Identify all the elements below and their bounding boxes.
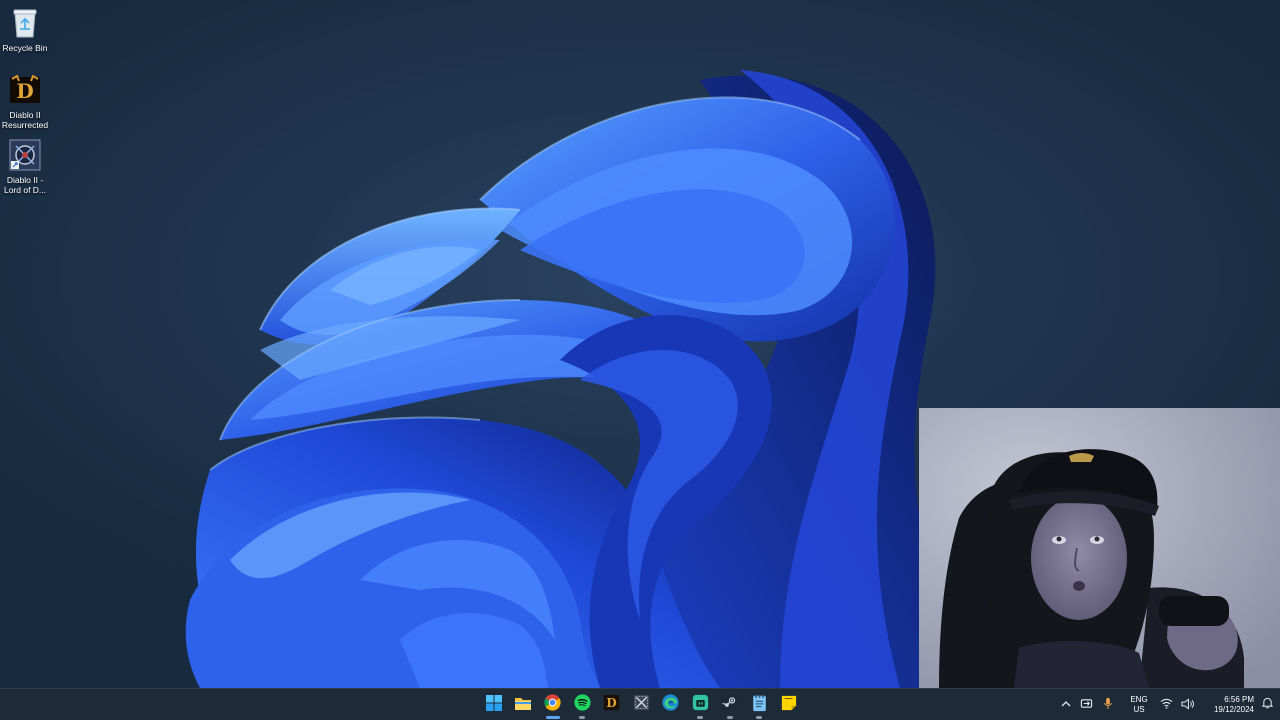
- desktop-icon-diablo-ii-lod[interactable]: Diablo II - Lord of D...: [0, 138, 50, 195]
- language-indicator[interactable]: ENG US: [1122, 689, 1156, 720]
- clock[interactable]: 6:56 PM 19/12/2024: [1204, 689, 1254, 720]
- desktop-icon-label: Diablo II - Lord of D...: [3, 175, 47, 195]
- snipping-tool-icon: [633, 694, 650, 716]
- diablo-ii-lod-icon: [8, 138, 42, 172]
- desktop-icon-recycle-bin[interactable]: Recycle Bin: [0, 6, 50, 53]
- taskbar-notepad[interactable]: [745, 689, 775, 720]
- diablo-ii-resurrected-icon: D: [8, 73, 42, 107]
- diablo-taskbar-icon: D: [603, 694, 620, 716]
- clock-time: 6:56 PM: [1224, 695, 1254, 704]
- show-hidden-icons-button[interactable]: [1055, 689, 1076, 720]
- taskbar-steam[interactable]: [715, 689, 745, 720]
- taskbar-start-button[interactable]: [479, 689, 509, 720]
- svg-text:D: D: [16, 79, 33, 103]
- chevron-up-icon: [1061, 699, 1071, 711]
- tray-network-button[interactable]: [1156, 689, 1177, 720]
- file-explorer-icon: [514, 695, 532, 716]
- webcam-overlay: [919, 408, 1280, 688]
- taskbar: D ENG US 6:56 PM 19/12/2024: [0, 688, 1280, 720]
- running-indicator: [545, 716, 560, 719]
- sticky-notes-icon: [781, 695, 797, 716]
- tray-sync-button[interactable]: [1076, 689, 1097, 720]
- webcam-feed-image: [919, 408, 1280, 688]
- taskbar-diablo[interactable]: D: [597, 689, 627, 720]
- clock-date: 19/12/2024: [1213, 705, 1254, 714]
- language-code: ENG: [1130, 695, 1148, 704]
- running-indicator: [579, 716, 586, 719]
- tray-microphone-button[interactable]: [1097, 689, 1118, 720]
- taskbar-sticky-notes[interactable]: [774, 689, 804, 720]
- notifications-button[interactable]: [1254, 689, 1280, 720]
- wifi-icon: [1160, 698, 1173, 712]
- spotify-icon: [574, 694, 591, 716]
- windows-start-icon: [485, 694, 502, 716]
- desktop-icon-label: Recycle Bin: [2, 43, 48, 53]
- steam-icon: [721, 694, 738, 716]
- system-tray: ENG US 6:56 PM 19/12/2024: [1055, 689, 1280, 720]
- taskbar-apps: D: [479, 689, 804, 720]
- taskbar-snipping-tool[interactable]: [627, 689, 657, 720]
- microphone-icon: [1103, 697, 1113, 713]
- sync-icon: [1080, 697, 1093, 713]
- chrome-icon: [544, 694, 561, 716]
- recycle-bin-icon: [8, 6, 42, 40]
- taskbar-chrome[interactable]: [538, 689, 568, 720]
- tray-volume-button[interactable]: [1177, 689, 1198, 720]
- desktop-icon-label: Diablo II Resurrected: [1, 110, 49, 130]
- taskbar-file-explorer[interactable]: [509, 689, 539, 720]
- bell-icon: [1261, 696, 1273, 714]
- taskbar-spotify[interactable]: [568, 689, 598, 720]
- desktop-icon-diablo-ii-resurrected[interactable]: D Diablo II Resurrected: [0, 73, 50, 130]
- streamlabs-icon: [692, 694, 709, 716]
- taskbar-edge[interactable]: [656, 689, 686, 720]
- edge-icon: [662, 694, 679, 716]
- running-indicator: [726, 716, 733, 719]
- running-indicator: [697, 716, 704, 719]
- svg-text:D: D: [607, 696, 617, 710]
- running-indicator: [756, 716, 763, 719]
- speaker-icon: [1181, 697, 1194, 713]
- taskbar-streamlabs[interactable]: [686, 689, 716, 720]
- region-code: US: [1133, 705, 1145, 714]
- notepad-icon: [752, 694, 767, 717]
